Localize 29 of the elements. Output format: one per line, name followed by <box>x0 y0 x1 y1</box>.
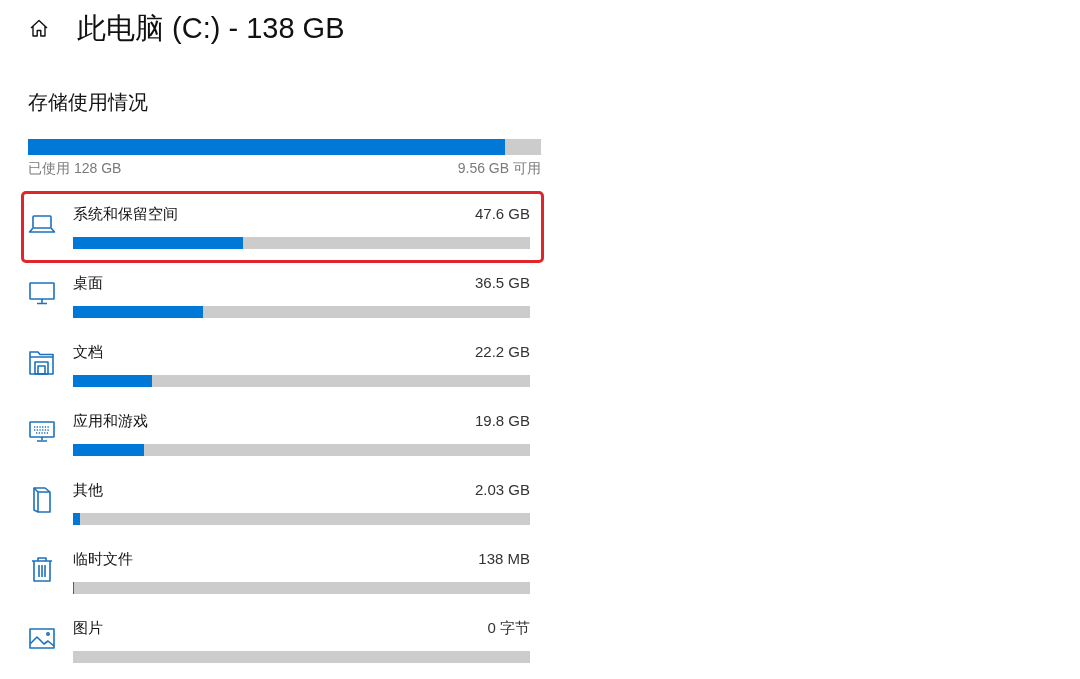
category-item[interactable]: 图片 0 字节 <box>21 605 544 677</box>
category-name: 系统和保留空间 <box>73 204 178 224</box>
folder-icon <box>28 348 56 376</box>
section-heading: 存储使用情况 <box>28 90 148 115</box>
monitor-icon <box>28 279 56 307</box>
category-item[interactable]: 文档 22.2 GB <box>21 329 544 401</box>
home-button[interactable] <box>30 19 48 37</box>
category-item[interactable]: 临时文件 138 MB <box>21 536 544 608</box>
category-item[interactable]: 应用和游戏 19.8 GB <box>21 398 544 470</box>
category-name: 图片 <box>73 618 103 638</box>
category-size: 0 字节 <box>487 618 530 638</box>
page-title: 此电脑 (C:) - 138 GB <box>77 11 345 46</box>
highlighted-category-item[interactable]: 系统和保留空间 47.6 GB <box>21 191 544 263</box>
category-size: 2.03 GB <box>474 480 530 500</box>
category-size: 19.8 GB <box>474 411 530 431</box>
category-item[interactable]: 桌面 36.5 GB <box>21 260 544 332</box>
used-space-label: 已使用 128 GB <box>28 159 122 178</box>
category-size: 22.2 GB <box>474 342 530 362</box>
category-name: 其他 <box>73 480 103 500</box>
category-size: 138 MB <box>478 549 530 569</box>
category-name: 桌面 <box>73 273 103 293</box>
category-size: 47.6 GB <box>474 204 530 224</box>
category-item[interactable]: 其他 2.03 GB <box>21 467 544 539</box>
home-icon <box>30 19 48 37</box>
free-space-label: 9.56 GB 可用 <box>457 159 541 178</box>
category-name: 文档 <box>73 342 103 362</box>
category-name: 应用和游戏 <box>73 411 148 431</box>
category-name: 临时文件 <box>73 549 133 569</box>
category-size: 36.5 GB <box>474 273 530 293</box>
